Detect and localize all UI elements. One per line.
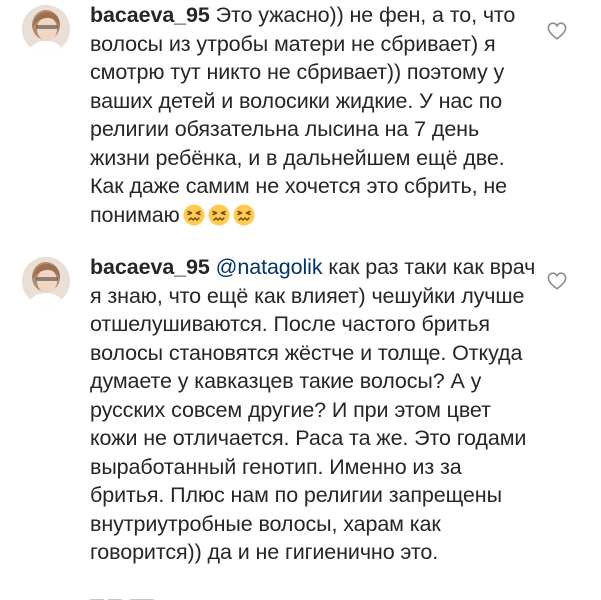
comment-username[interactable]: bacaeva_95 <box>90 255 210 279</box>
comment-body: Это ужасно)) не фен, а то, что волосы из… <box>90 3 516 227</box>
like-button[interactable] <box>547 22 567 40</box>
user-avatar-image <box>22 257 70 305</box>
comment-text: bacaeva_95 @natagolik как раз таки как в… <box>90 253 540 567</box>
comment-text: bacaeva_95 Это ужасно)) не фен, а то, чт… <box>90 1 540 229</box>
persevering-face-emoji <box>183 204 205 226</box>
user-avatar-image <box>22 5 70 53</box>
avatar[interactable] <box>22 257 70 305</box>
mention-link[interactable]: @natagolik <box>216 255 323 279</box>
comment-body: как раз таки как врач я знаю, что ещё ка… <box>90 255 536 564</box>
next-comment-partial <box>90 592 170 600</box>
avatar[interactable] <box>22 5 70 53</box>
persevering-face-emoji <box>208 204 230 226</box>
heart-outline-icon <box>547 272 567 290</box>
like-button[interactable] <box>547 272 567 290</box>
heart-outline-icon <box>547 22 567 40</box>
comment-username[interactable]: bacaeva_95 <box>90 3 210 27</box>
persevering-face-emoji <box>233 204 255 226</box>
